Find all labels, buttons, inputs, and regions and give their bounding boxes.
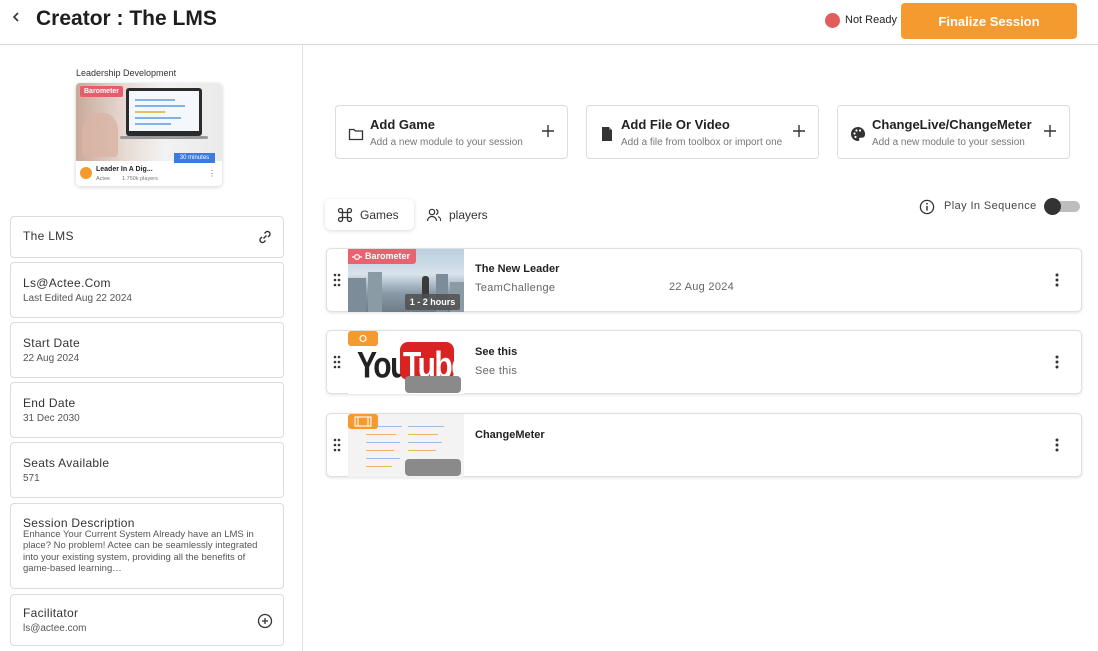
course-card[interactable]: Barometer 30 minutes Leader In A Dig... … (76, 83, 222, 186)
game-row[interactable]: Barometer 1 - 2 hours The New Leader Tea… (326, 248, 1082, 312)
action-title: Add File Or Video (621, 117, 730, 132)
drag-handle-icon[interactable] (333, 355, 341, 369)
course-meta: Actee 1.750k players (96, 176, 158, 182)
field-value: 571 (23, 473, 40, 484)
top-bar: Creator : The LMS Not Ready Finalize Ses… (0, 0, 1098, 45)
field-label: Session Description (23, 516, 135, 530)
field-value: 22 Aug 2024 (23, 353, 80, 364)
drag-handle-icon[interactable] (333, 273, 341, 287)
file-icon (602, 127, 612, 141)
course-duration: 30 minutes (174, 153, 215, 163)
add-game-card[interactable]: Add Game Add a new module to your sessio… (335, 105, 568, 159)
session-name-field[interactable]: The LMS (10, 216, 284, 258)
seats-available-field[interactable]: Seats Available 571 (10, 442, 284, 498)
game-title: The New Leader (475, 263, 560, 275)
game-subtitle: TeamChallenge (475, 282, 556, 294)
game-row[interactable]: ChangeMeter (326, 413, 1082, 477)
drag-handle-icon[interactable] (333, 438, 341, 452)
game-date: 22 Aug 2024 (669, 281, 735, 293)
course-badge: Barometer (80, 86, 124, 97)
session-sidebar: Leadership Development Barometer 30 minu… (0, 45, 303, 651)
palette-icon (851, 126, 866, 141)
command-icon (337, 207, 353, 223)
status-dot-icon (825, 12, 840, 28)
video-thumbnail: You Tube (348, 331, 464, 394)
game-title: ChangeMeter (475, 429, 545, 441)
field-value: ls@actee.com (23, 623, 87, 634)
duration-placeholder (405, 459, 461, 476)
more-options-icon[interactable] (1055, 438, 1059, 452)
field-label: Seats Available (23, 456, 110, 470)
field-label: Facilitator (23, 606, 79, 620)
changemeter-thumbnail (348, 414, 464, 477)
field-value: Enhance Your Current System Already have… (23, 529, 258, 574)
course-more-icon[interactable]: ⋮ (208, 169, 216, 178)
duration-chip: 1 - 2 hours (405, 294, 460, 310)
plus-icon[interactable] (792, 124, 806, 138)
page-title: Creator : The LMS (36, 7, 217, 30)
play-in-sequence-toggle[interactable] (1044, 198, 1080, 215)
users-icon (426, 208, 442, 222)
changelive-changemeter-card[interactable]: ChangeLive/ChangeMeter Add a new module … (837, 105, 1070, 159)
tab-label: Games (360, 208, 399, 222)
session-description-field[interactable]: Session Description Enhance Your Current… (10, 503, 284, 589)
facilitator-field: Facilitator ls@actee.com (10, 594, 284, 646)
action-title: ChangeLive/ChangeMeter (872, 117, 1032, 132)
game-title: See this (475, 346, 518, 358)
plus-icon[interactable] (1043, 124, 1057, 138)
barometer-badge: Barometer (348, 249, 417, 264)
course-author-avatar (80, 167, 92, 179)
info-icon[interactable] (919, 199, 935, 215)
barometer-icon (352, 253, 362, 260)
tab-games[interactable]: Games (325, 199, 414, 230)
play-in-sequence-label: Play In Sequence (944, 200, 1037, 212)
start-date-field[interactable]: Start Date 22 Aug 2024 (10, 322, 284, 378)
game-thumbnail: Barometer 1 - 2 hours (348, 249, 464, 312)
plus-icon[interactable] (541, 124, 555, 138)
changemeter-type-badge (348, 414, 378, 429)
action-subtitle: Add a new module to your session (370, 137, 523, 148)
video-type-badge (348, 331, 378, 346)
status-indicator: Not Ready (825, 12, 897, 28)
status-text: Not Ready (845, 14, 897, 26)
more-options-icon[interactable] (1055, 273, 1059, 287)
action-subtitle: Add a new module to your session (872, 137, 1025, 148)
finalize-session-button[interactable]: Finalize Session (901, 3, 1077, 39)
action-title: Add Game (370, 117, 436, 132)
field-value: 31 Dec 2030 (23, 413, 80, 424)
course-category-label: Leadership Development (76, 68, 177, 78)
field-label: Ls@Actee.Com (23, 276, 111, 290)
add-circle-icon[interactable] (257, 613, 273, 629)
course-name: Leader In A Dig... (96, 166, 153, 173)
session-content: Add Game Add a new module to your sessio… (304, 45, 1098, 651)
tab-label: players (449, 208, 488, 222)
game-subtitle: See this (475, 365, 518, 377)
field-label: The LMS (23, 229, 74, 243)
duration-placeholder (405, 376, 461, 393)
add-file-or-video-card[interactable]: Add File Or Video Add a file from toolbo… (586, 105, 819, 159)
course-author: Actee (96, 176, 111, 182)
end-date-field[interactable]: End Date 31 Dec 2030 (10, 382, 284, 438)
more-options-icon[interactable] (1055, 355, 1059, 369)
link-icon[interactable] (257, 229, 273, 245)
chevron-left-icon[interactable] (10, 10, 22, 24)
tab-players[interactable]: players (422, 199, 502, 230)
game-row[interactable]: You Tube See this See this (326, 330, 1082, 394)
field-value: Last Edited Aug 22 2024 (23, 293, 132, 304)
video-icon (359, 334, 367, 343)
course-thumbnail-image: Barometer 30 minutes (76, 83, 222, 163)
field-label: Start Date (23, 336, 81, 350)
course-players: 1.750k players (122, 176, 158, 182)
badge-label: Barometer (365, 251, 411, 261)
film-icon (354, 416, 372, 427)
owner-field: Ls@Actee.Com Last Edited Aug 22 2024 (10, 262, 284, 318)
folder-icon (348, 128, 364, 141)
field-label: End Date (23, 396, 76, 410)
action-subtitle: Add a file from toolbox or import one (621, 137, 783, 148)
